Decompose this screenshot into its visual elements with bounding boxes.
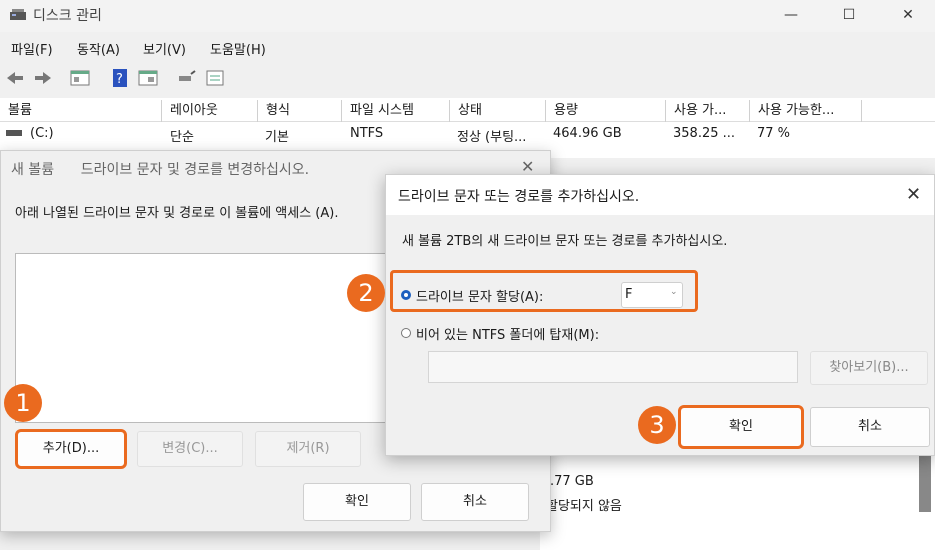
forward-arrow-icon[interactable]: [33, 68, 53, 88]
add-button[interactable]: 추가(D)...: [15, 429, 127, 469]
chevron-down-icon: ⌄: [670, 287, 678, 297]
maximize-button[interactable]: ☐: [838, 4, 860, 26]
drive-letter-value: F: [625, 287, 633, 302]
assign-letter-radio[interactable]: [401, 290, 411, 300]
minimize-button[interactable]: —: [780, 4, 802, 26]
menu-file[interactable]: 파일(F): [11, 39, 53, 58]
drive-letter-select[interactable]: F ⌄: [621, 282, 683, 308]
volume-list-header: 볼륨 레이아웃 형식 파일 시스템 상태 용량 사용 가... 사용 가능한..…: [0, 100, 935, 122]
dialog1-volume-name: 새 볼륨: [11, 162, 55, 178]
dialog2-description: 새 볼륨 2TB의 새 드라이브 문자 또는 경로를 추가하십시오.: [402, 234, 728, 249]
dialog1-subtitle: 드라이브 문자 및 경로를 변경하십시오.: [80, 162, 310, 178]
partition-status: 할당되지 않음: [546, 499, 622, 514]
cell-volume[interactable]: (C:): [30, 126, 54, 141]
properties-icon[interactable]: [205, 68, 225, 88]
dialog1-cancel-button[interactable]: 취소: [421, 483, 529, 521]
dialog1-ok-button[interactable]: 확인: [303, 483, 411, 521]
svg-text:?: ?: [116, 72, 123, 87]
browse-button[interactable]: 찾아보기(B)...: [810, 351, 928, 385]
cell-capacity: 464.96 GB: [553, 126, 622, 141]
dialog2-cancel-button[interactable]: 취소: [810, 407, 930, 447]
step-badge-2: 2: [347, 274, 385, 312]
change-button[interactable]: 변경(C)...: [137, 431, 243, 467]
dialog2-close-button[interactable]: ✕: [906, 184, 921, 205]
cell-layout: 단순: [170, 130, 194, 145]
assign-letter-label[interactable]: 드라이브 문자 할당(A):: [416, 286, 543, 305]
col-free[interactable]: 사용 가...: [666, 100, 750, 122]
cell-type: 기본: [265, 130, 289, 145]
col-pct-free[interactable]: 사용 가능한...: [750, 100, 862, 122]
disk-management-icon: [9, 6, 27, 24]
disk-map-pane: .77 GB 할당되지 않음: [540, 440, 935, 550]
window-title: 디스크 관리: [33, 8, 102, 24]
close-window-button[interactable]: ✕: [897, 4, 919, 26]
connect-icon[interactable]: [177, 68, 197, 88]
cell-pct-free: 77 %: [757, 126, 791, 141]
col-capacity[interactable]: 용량: [546, 100, 666, 122]
step-badge-3: 3: [638, 406, 676, 444]
remove-button[interactable]: 제거(R): [255, 431, 361, 467]
drive-icon: [6, 130, 22, 136]
menu-view[interactable]: 보기(V): [143, 39, 186, 58]
drive-path-list[interactable]: [15, 253, 395, 423]
mount-folder-radio[interactable]: [401, 328, 411, 338]
dialog2-title: 드라이브 문자 또는 경로를 추가하십시오.: [398, 189, 640, 205]
cell-filesystem: NTFS: [350, 126, 384, 141]
mount-folder-label[interactable]: 비어 있는 NTFS 폴더에 탑재(M):: [416, 324, 599, 343]
menu-action[interactable]: 동작(A): [77, 39, 120, 58]
col-layout[interactable]: 레이아웃: [162, 100, 258, 122]
menu-help[interactable]: 도움말(H): [210, 39, 266, 58]
back-arrow-icon[interactable]: [5, 68, 25, 88]
col-volume[interactable]: 볼륨: [0, 100, 162, 122]
menu-bar: 파일(F) 동작(A) 보기(V) 도움말(H): [0, 36, 935, 60]
title-bar: 디스크 관리 — ☐ ✕: [0, 0, 935, 32]
step-badge-1: 1: [4, 384, 42, 422]
cell-status: 정상 (부팅...: [457, 130, 527, 145]
dialog2-ok-button[interactable]: 확인: [678, 405, 804, 449]
dialog2-title-bar: 드라이브 문자 또는 경로를 추가하십시오. ✕: [386, 175, 934, 215]
show-pane-icon[interactable]: [138, 68, 158, 88]
col-status[interactable]: 상태: [450, 100, 546, 122]
help-icon[interactable]: ?: [110, 68, 130, 88]
dialog1-title: 새 볼륨 드라이브 문자 및 경로를 변경하십시오.: [11, 159, 309, 179]
folder-path-input[interactable]: [428, 351, 798, 383]
col-type[interactable]: 형식: [258, 100, 342, 122]
console-tree-icon[interactable]: [70, 68, 90, 88]
toolbar: ?: [0, 64, 935, 92]
partition-size: .77 GB: [550, 474, 594, 489]
cell-free: 358.25 ...: [673, 126, 736, 141]
dialog1-description: 아래 나열된 드라이브 문자 및 경로로 이 볼륨에 액세스 (A).: [15, 206, 339, 221]
col-filesystem[interactable]: 파일 시스템: [342, 100, 450, 122]
